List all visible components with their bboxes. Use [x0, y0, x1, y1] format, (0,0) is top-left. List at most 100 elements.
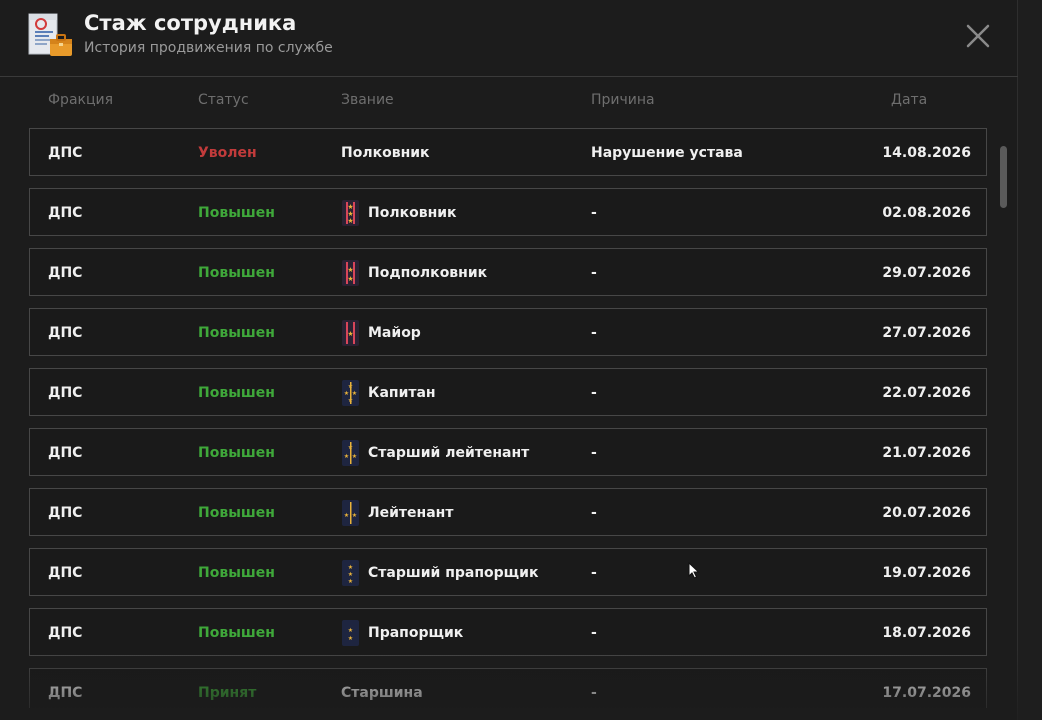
table-row[interactable]: ДПС Повышен ★ ★ Лейтенант - 20.07.2026 [29, 488, 987, 536]
row-faction: ДПС [48, 565, 83, 581]
row-status: Повышен [198, 265, 275, 281]
row-reason: - [591, 685, 597, 701]
row-status: Повышен [198, 565, 275, 581]
dialog-title: Стаж сотрудника [84, 11, 297, 35]
row-status: Принят [198, 685, 257, 701]
column-header-faction: Фракция [48, 92, 114, 108]
column-header-status: Статус [198, 92, 249, 108]
row-faction: ДПС [48, 685, 83, 701]
table-row[interactable]: ДПС Повышен ★ ★ ★ Полковник - 02.08.2026 [29, 188, 987, 236]
svg-text:★: ★ [348, 578, 353, 585]
svg-text:★: ★ [347, 275, 353, 283]
row-date: 22.07.2026 [882, 385, 971, 401]
row-status: Повышен [198, 505, 275, 521]
svg-text:★: ★ [352, 453, 357, 460]
lieutenant-colonel-insignia-icon: ★ ★ [342, 260, 359, 286]
document-briefcase-icon [26, 13, 74, 61]
row-rank: Старший прапорщик [368, 565, 539, 581]
row-status: Повышен [198, 445, 275, 461]
row-rank: Полковник [341, 145, 430, 161]
svg-text:★: ★ [347, 217, 353, 225]
row-reason: - [591, 625, 597, 641]
row-rank: Старшина [341, 685, 423, 701]
captain-insignia-icon: ★ ★ ★ ★ [342, 380, 359, 406]
row-faction: ДПС [48, 205, 83, 221]
row-rank: Майор [368, 325, 421, 341]
row-date: 27.07.2026 [882, 325, 971, 341]
table-row[interactable]: ДПС Повышен ★ Майор - 27.07.2026 [29, 308, 987, 356]
close-icon[interactable] [962, 20, 994, 52]
svg-text:★: ★ [344, 512, 349, 519]
row-reason: - [591, 205, 597, 221]
svg-text:★: ★ [352, 512, 357, 519]
row-rank: Подполковник [368, 265, 488, 281]
row-reason: - [591, 325, 597, 341]
row-status: Повышен [198, 325, 275, 341]
row-date: 20.07.2026 [882, 505, 971, 521]
row-reason: - [591, 505, 597, 521]
lieutenant-insignia-icon: ★ ★ [342, 500, 359, 526]
dialog-header: Стаж сотрудника История продвижения по с… [0, 0, 1018, 77]
row-status: Повышен [198, 205, 275, 221]
table-row[interactable]: ДПС Повышен ★ ★ ★ Старший лейтенант - 21… [29, 428, 987, 476]
row-faction: ДПС [48, 385, 83, 401]
seniority-dialog: Стаж сотрудника История продвижения по с… [0, 0, 1018, 720]
svg-text:★: ★ [347, 330, 353, 338]
table-row[interactable]: ДПС Повышен ★ ★ ★ Старший прапорщик - 19… [29, 548, 987, 596]
row-status: Повышен [198, 625, 275, 641]
row-rank: Полковник [368, 205, 457, 221]
svg-text:★: ★ [348, 635, 353, 642]
warrant-officer-insignia-icon: ★ ★ [342, 620, 359, 646]
row-date: 14.08.2026 [882, 145, 971, 161]
column-header-rank: Звание [341, 92, 394, 108]
table-row[interactable]: ДПС Повышен ★ ★ Прапорщик - 18.07.2026 [29, 608, 987, 656]
row-reason: - [591, 385, 597, 401]
row-faction: ДПС [48, 265, 83, 281]
dialog-subtitle: История продвижения по службе [84, 40, 333, 56]
colonel-insignia-icon: ★ ★ ★ [342, 200, 359, 226]
svg-text:★: ★ [348, 397, 353, 404]
row-rank: Прапорщик [368, 625, 464, 641]
mouse-cursor-icon [688, 561, 700, 580]
row-date: 17.07.2026 [882, 685, 971, 701]
row-faction: ДПС [48, 625, 83, 641]
row-faction: ДПС [48, 445, 83, 461]
svg-text:★: ★ [348, 444, 353, 451]
svg-text:★: ★ [344, 453, 349, 460]
column-header-reason: Причина [591, 92, 655, 108]
svg-text:★: ★ [348, 627, 353, 634]
table-row[interactable]: ДПС Повышен ★ ★ Подполковник - 29.07.202… [29, 248, 987, 296]
column-header-date: Дата [891, 92, 928, 108]
row-reason: - [591, 445, 597, 461]
svg-text:★: ★ [352, 390, 357, 397]
row-date: 29.07.2026 [882, 265, 971, 281]
history-list[interactable]: ДПС Уволен Полковник Нарушение устава 14… [29, 128, 987, 708]
major-insignia-icon: ★ [342, 320, 359, 346]
row-reason: - [591, 265, 597, 281]
row-date: 19.07.2026 [882, 565, 971, 581]
row-faction: ДПС [48, 145, 83, 161]
row-rank: Капитан [368, 385, 436, 401]
row-date: 02.08.2026 [882, 205, 971, 221]
svg-text:★: ★ [348, 564, 353, 571]
senior-lieutenant-insignia-icon: ★ ★ ★ [342, 440, 359, 466]
row-faction: ДПС [48, 505, 83, 521]
svg-text:★: ★ [348, 383, 353, 390]
row-reason: - [591, 565, 597, 581]
svg-text:★: ★ [347, 266, 353, 274]
table-row[interactable]: ДПС Принят Старшина - 17.07.2026 [29, 668, 987, 708]
svg-text:★: ★ [344, 390, 349, 397]
table-header: Фракция Статус Звание Причина Дата [0, 92, 1018, 112]
table-row[interactable]: ДПС Уволен Полковник Нарушение устава 14… [29, 128, 987, 176]
background-edge [1018, 0, 1042, 720]
table-row[interactable]: ДПС Повышен ★ ★ ★ ★ Капитан - 22.07.2026 [29, 368, 987, 416]
row-date: 21.07.2026 [882, 445, 971, 461]
row-status: Уволен [198, 145, 257, 161]
row-reason: Нарушение устава [591, 145, 743, 161]
row-date: 18.07.2026 [882, 625, 971, 641]
svg-text:★: ★ [348, 571, 353, 578]
scrollbar-thumb[interactable] [1000, 146, 1007, 208]
row-status: Повышен [198, 385, 275, 401]
row-faction: ДПС [48, 325, 83, 341]
row-rank: Лейтенант [368, 505, 454, 521]
